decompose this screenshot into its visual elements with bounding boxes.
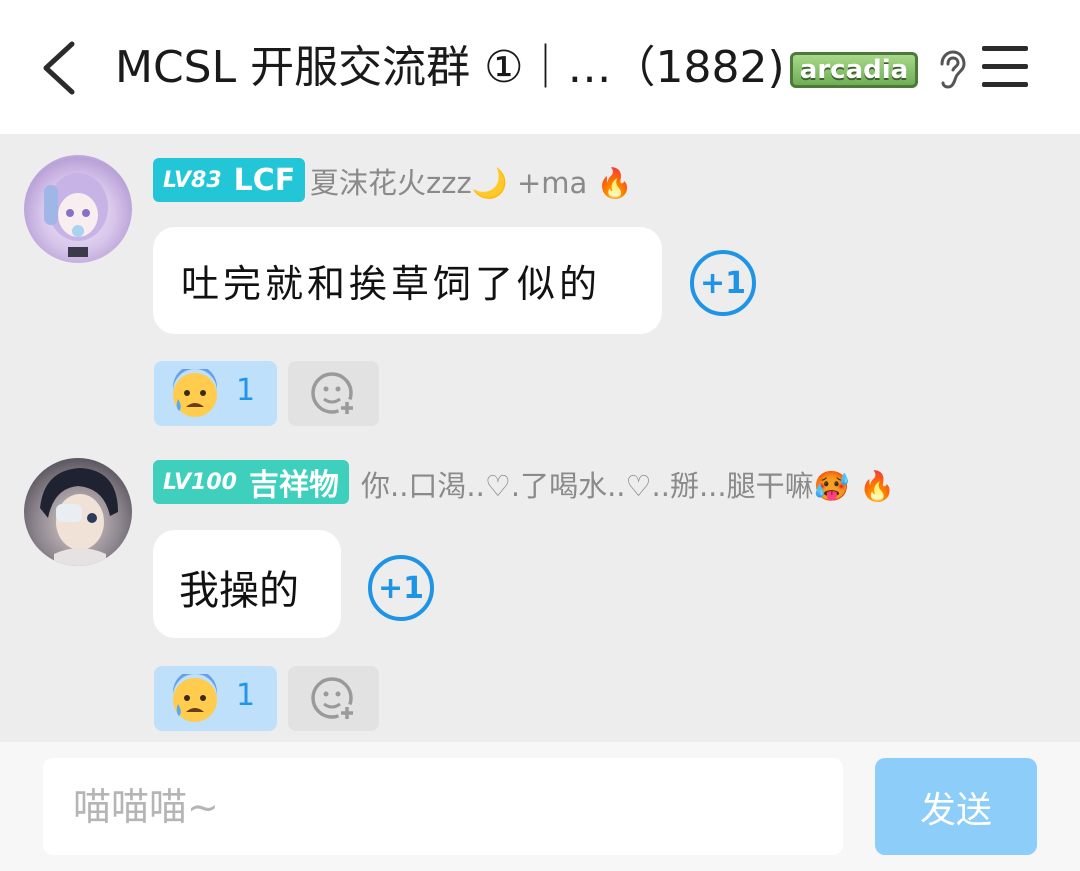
message-text: 吐完就和挨草饲了似的 [181, 262, 602, 306]
reaction-chip[interactable]: 1 [154, 361, 277, 426]
sender-nickname[interactable]: 你..口渴..♡.了喝水..♡..掰...腿干嘛🥵 🔥 [361, 463, 895, 505]
level-badge: LV100 吉祥物 [153, 460, 349, 504]
chat-header: MCSL 开服交流群 ①｜…（1882) arcadia [0, 0, 1080, 134]
arcadia-badge: arcadia [790, 52, 918, 88]
ear-mode-button[interactable] [936, 50, 968, 90]
sender-nickname[interactable]: 夏沫花火zzz🌙 +ma 🔥 [310, 160, 633, 202]
menu-icon [982, 46, 1028, 51]
anxious-face-icon [173, 369, 217, 417]
menu-button[interactable] [982, 46, 1028, 88]
anxious-face-icon [173, 674, 217, 722]
member-tag: 吉祥物 [248, 468, 339, 503]
send-button[interactable]: 发送 [875, 758, 1037, 855]
message-bubble[interactable]: 我操的 [153, 530, 341, 638]
ear-icon [940, 50, 966, 89]
message-bubble[interactable]: 吐完就和挨草饲了似的 [153, 227, 662, 334]
back-button[interactable] [36, 38, 86, 98]
level-number: LV83 [163, 167, 222, 193]
level-badge: LV83 LCF [153, 158, 306, 202]
add-reaction-button[interactable] [288, 361, 379, 426]
add-emoji-icon [311, 677, 356, 722]
add-emoji-icon [311, 372, 356, 417]
reaction-count: 1 [236, 373, 256, 408]
back-chevron-icon [43, 41, 75, 95]
reaction-chip[interactable]: 1 [154, 666, 277, 731]
input-bar: 发送 [0, 742, 1080, 871]
avatar[interactable] [24, 155, 132, 263]
level-number: LV100 [163, 469, 237, 495]
member-tag: LCF [233, 162, 296, 198]
message-text: 我操的 [179, 568, 299, 614]
message-input[interactable] [43, 758, 843, 855]
plus-one-button[interactable]: +1 [368, 555, 434, 621]
plus-one-button[interactable]: +1 [690, 250, 756, 316]
avatar[interactable] [24, 458, 132, 566]
reaction-count: 1 [236, 678, 256, 713]
group-title[interactable]: MCSL 开服交流群 ①｜…（1882) [115, 40, 785, 96]
add-reaction-button[interactable] [288, 666, 379, 731]
